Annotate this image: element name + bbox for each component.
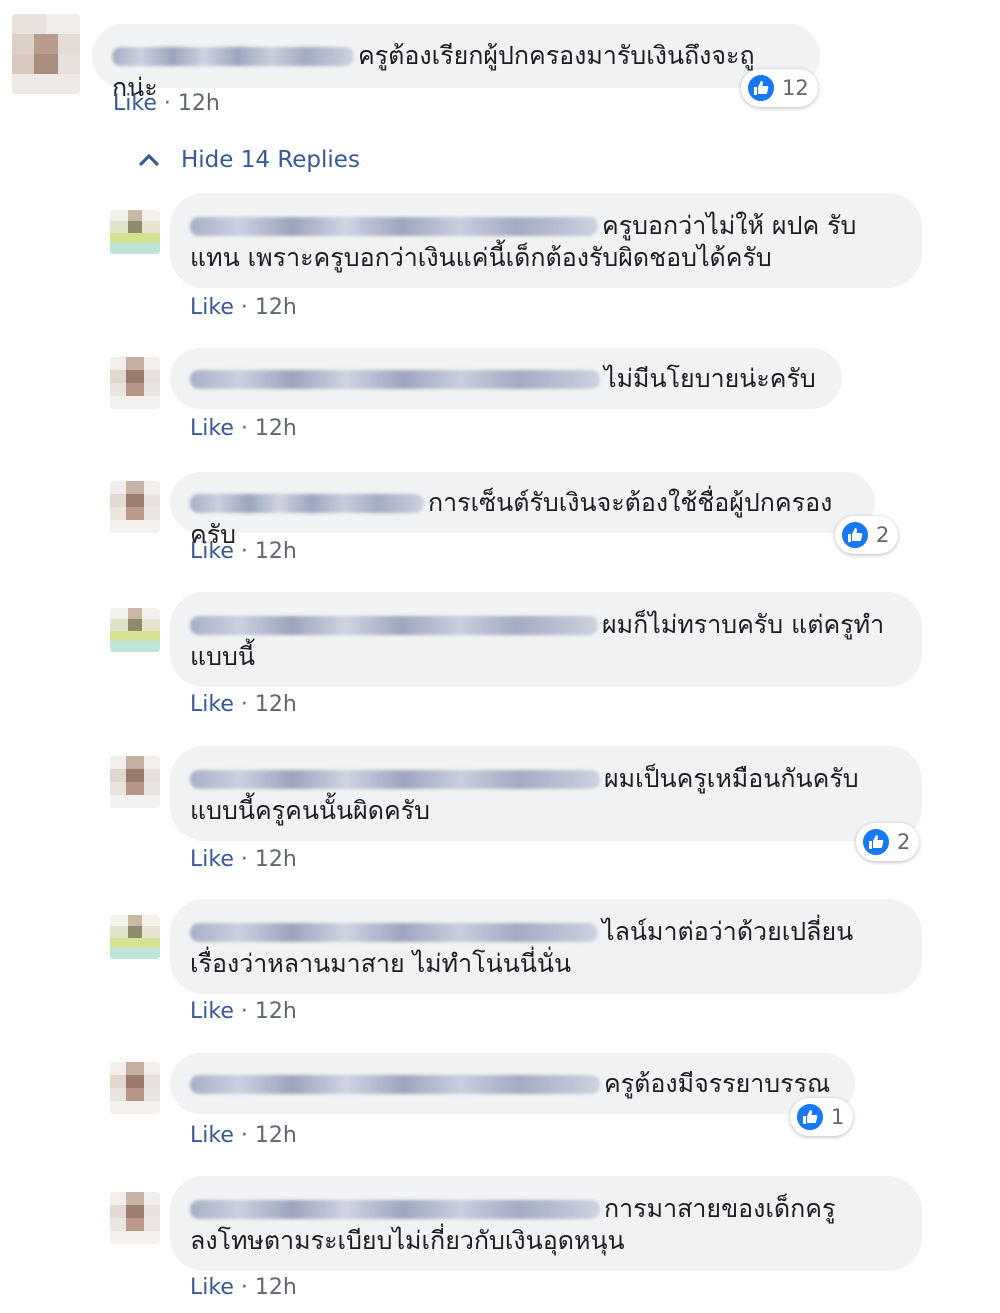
like-link[interactable]: Like	[190, 1275, 234, 1300]
like-link[interactable]: Like	[190, 1123, 234, 1148]
reply-bubble: ครูบอกว่าไม่ให้ ผปค รับ แทน เพราะครูบอกว…	[170, 193, 922, 288]
commenter-name[interactable]	[190, 370, 600, 389]
commenter-name[interactable]	[190, 1200, 600, 1219]
reply-text-line1: ผมก็ไม่ทราบครับ แต่ครูทำ	[602, 610, 885, 639]
avatar[interactable]	[110, 210, 160, 254]
reply-actions: Like · 12h	[190, 692, 297, 717]
reply-bubble: ไม่มีนโยบายน่ะครับ	[170, 348, 842, 409]
reply-bubble: ผมก็ไม่ทราบครับ แต่ครูทำ แบบนี้	[170, 592, 922, 687]
commenter-name[interactable]	[190, 923, 598, 942]
reply-text-line1: ครูบอกว่าไม่ให้ ผปค รับ	[602, 211, 857, 240]
commenter-name[interactable]	[190, 616, 598, 635]
timestamp[interactable]: 12h	[255, 692, 297, 717]
timestamp[interactable]: 12h	[178, 91, 220, 116]
reaction-number: 1	[831, 1105, 845, 1129]
reply-actions: Like · 12h	[190, 847, 297, 872]
commenter-name[interactable]	[190, 494, 424, 513]
reply-text-line1: การมาสายของเด็กครู	[604, 1194, 836, 1223]
reaction-count[interactable]: 2	[856, 823, 920, 861]
avatar[interactable]	[12, 14, 80, 94]
like-link[interactable]: Like	[190, 295, 234, 320]
reply-text-line1: ครูต้องมีจรรยาบรรณ	[604, 1069, 831, 1098]
avatar[interactable]	[110, 756, 160, 808]
thumbs-up-icon	[861, 827, 891, 857]
reply-actions: Like · 12h	[190, 416, 297, 441]
reaction-number: 12	[782, 76, 809, 100]
reply-bubble: ครูต้องมีจรรยาบรรณ	[170, 1053, 855, 1114]
reply-actions: Like · 12h	[190, 295, 297, 320]
reply-actions: Like · 12h	[190, 1275, 297, 1300]
commenter-name[interactable]	[190, 217, 598, 236]
avatar[interactable]	[110, 357, 160, 409]
timestamp[interactable]: 12h	[255, 1275, 297, 1300]
reply-bubble: ผมเป็นครูเหมือนกันครับ แบบนี้ครูคนนั้นผิ…	[170, 746, 922, 841]
root-comment-bubble: ครูต้องเรียกผู้ปกครองมารับเงินถึงจะถูกน่…	[92, 24, 820, 102]
avatar[interactable]	[110, 1062, 160, 1114]
like-link[interactable]: Like	[190, 539, 234, 564]
timestamp[interactable]: 12h	[255, 1123, 297, 1148]
reaction-count[interactable]: 12	[741, 69, 818, 107]
commenter-name[interactable]	[112, 47, 354, 66]
avatar[interactable]	[110, 608, 160, 652]
thumbs-up-icon	[746, 73, 776, 103]
reply-bubble: ไลน์มาต่อว่าด้วยเปลี่ยน เรื่องว่าหลานมาส…	[170, 899, 922, 994]
reply-bubble: การเซ็นต์รับเงินจะต้องใช้ชื่อผู้ปกครองคร…	[170, 472, 875, 549]
timestamp[interactable]: 12h	[255, 999, 297, 1024]
comment-actions: Like · 12h	[113, 91, 220, 116]
thumbs-up-icon	[840, 520, 870, 550]
timestamp[interactable]: 12h	[255, 416, 297, 441]
reaction-count[interactable]: 2	[835, 516, 899, 554]
timestamp[interactable]: 12h	[255, 539, 297, 564]
chevron-up-icon	[139, 154, 159, 166]
reply-text-line2: แทน เพราะครูบอกว่าเงินแค่นี้เด็กต้องรับผ…	[190, 243, 772, 272]
like-link[interactable]: Like	[190, 692, 234, 717]
reply-actions: Like · 12h	[190, 999, 297, 1024]
avatar[interactable]	[110, 915, 160, 959]
hide-replies-label: Hide 14 Replies	[181, 147, 360, 173]
avatar[interactable]	[110, 1192, 160, 1244]
reply-text-line2: แบบนี้ครูคนนั้นผิดครับ	[190, 796, 430, 825]
reply-text-line2: เรื่องว่าหลานมาสาย ไม่ทำโน่นนี่นั่น	[190, 949, 572, 978]
like-link[interactable]: Like	[190, 847, 234, 872]
avatar[interactable]	[110, 481, 160, 533]
like-link[interactable]: Like	[190, 416, 234, 441]
reply-actions: Like · 12h	[190, 1123, 297, 1148]
hide-replies-link[interactable]: Hide 14 Replies	[135, 146, 360, 174]
reaction-count[interactable]: 1	[790, 1098, 854, 1136]
reply-bubble: การมาสายของเด็กครู ลงโทษตามระเบียบไม่เกี…	[170, 1176, 922, 1271]
reply-text-line2: ลงโทษตามระเบียบไม่เกี่ยวกับเงินอุดหนุน	[190, 1226, 625, 1255]
timestamp[interactable]: 12h	[255, 295, 297, 320]
reply-text-line1: ไลน์มาต่อว่าด้วยเปลี่ยน	[602, 917, 854, 946]
reply-actions: Like · 12h	[190, 539, 297, 564]
thumbs-up-icon	[795, 1102, 825, 1132]
like-link[interactable]: Like	[190, 999, 234, 1024]
timestamp[interactable]: 12h	[255, 847, 297, 872]
commenter-name[interactable]	[190, 1075, 600, 1094]
reaction-number: 2	[897, 830, 911, 854]
reply-text-line1: ผมเป็นครูเหมือนกันครับ	[604, 764, 859, 793]
reply-text-line1: ไม่มีนโยบายน่ะครับ	[604, 364, 816, 393]
reaction-number: 2	[876, 523, 890, 547]
commenter-name[interactable]	[190, 770, 600, 789]
like-link[interactable]: Like	[113, 91, 157, 116]
reply-text-line2: แบบนี้	[190, 642, 255, 671]
